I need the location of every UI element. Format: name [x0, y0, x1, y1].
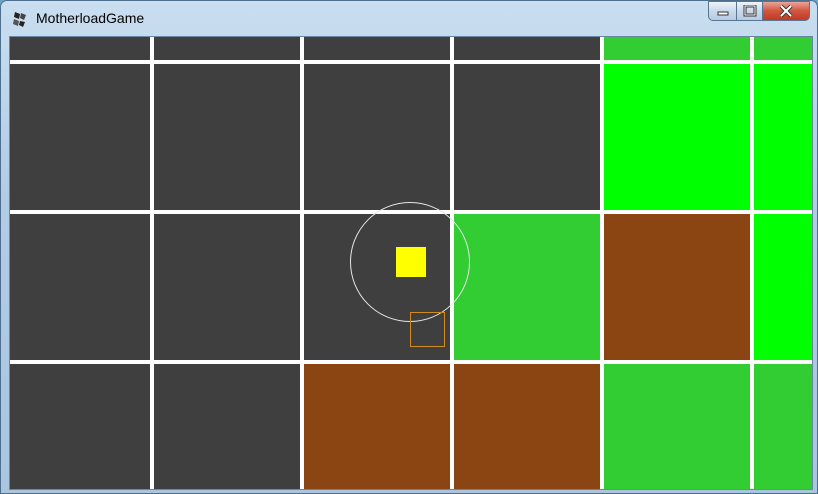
- tile-empty: [302, 37, 452, 62]
- tile-empty: [152, 62, 302, 212]
- tile-grass: [602, 362, 752, 489]
- close-icon: [779, 4, 793, 18]
- minimize-button[interactable]: [708, 1, 736, 21]
- grid-line-horizontal: [10, 60, 812, 64]
- tile-empty: [10, 212, 152, 362]
- tile-empty: [452, 62, 602, 212]
- tile-empty: [152, 362, 302, 489]
- tile-empty: [10, 362, 152, 489]
- close-button[interactable]: [763, 1, 810, 21]
- tile-grass: [752, 362, 812, 489]
- tile-dirt: [452, 362, 602, 489]
- minimize-icon: [717, 11, 728, 16]
- tile-grass: [602, 37, 752, 62]
- tile-empty: [302, 62, 452, 212]
- title-bar[interactable]: MotherloadGame: [1, 1, 817, 35]
- maximize-button[interactable]: [736, 1, 763, 21]
- game-canvas[interactable]: [9, 36, 813, 490]
- grid-line-vertical: [600, 37, 604, 489]
- tile-grass: [752, 37, 812, 62]
- tile-mineral: [602, 62, 752, 212]
- app-icon: [13, 12, 26, 27]
- game-window: MotherloadGame: [0, 0, 818, 494]
- tile-empty: [152, 212, 302, 362]
- maximize-icon: [743, 5, 756, 17]
- grid-line-horizontal: [10, 360, 812, 364]
- grid-line-vertical: [750, 37, 754, 489]
- dig-target-marker: [410, 312, 445, 347]
- tile-mineral: [752, 62, 812, 212]
- tile-mineral: [752, 212, 812, 362]
- caption-buttons: [708, 1, 810, 22]
- player-drill: [396, 247, 426, 277]
- tile-empty: [152, 37, 302, 62]
- tile-empty: [10, 37, 152, 62]
- window-title: MotherloadGame: [36, 10, 145, 26]
- grid-line-vertical: [150, 37, 154, 489]
- tile-grass: [452, 212, 602, 362]
- tile-empty: [452, 37, 602, 62]
- grid-line-vertical: [300, 37, 304, 489]
- tile-dirt: [302, 362, 452, 489]
- tile-dirt: [602, 212, 752, 362]
- tile-empty: [10, 62, 152, 212]
